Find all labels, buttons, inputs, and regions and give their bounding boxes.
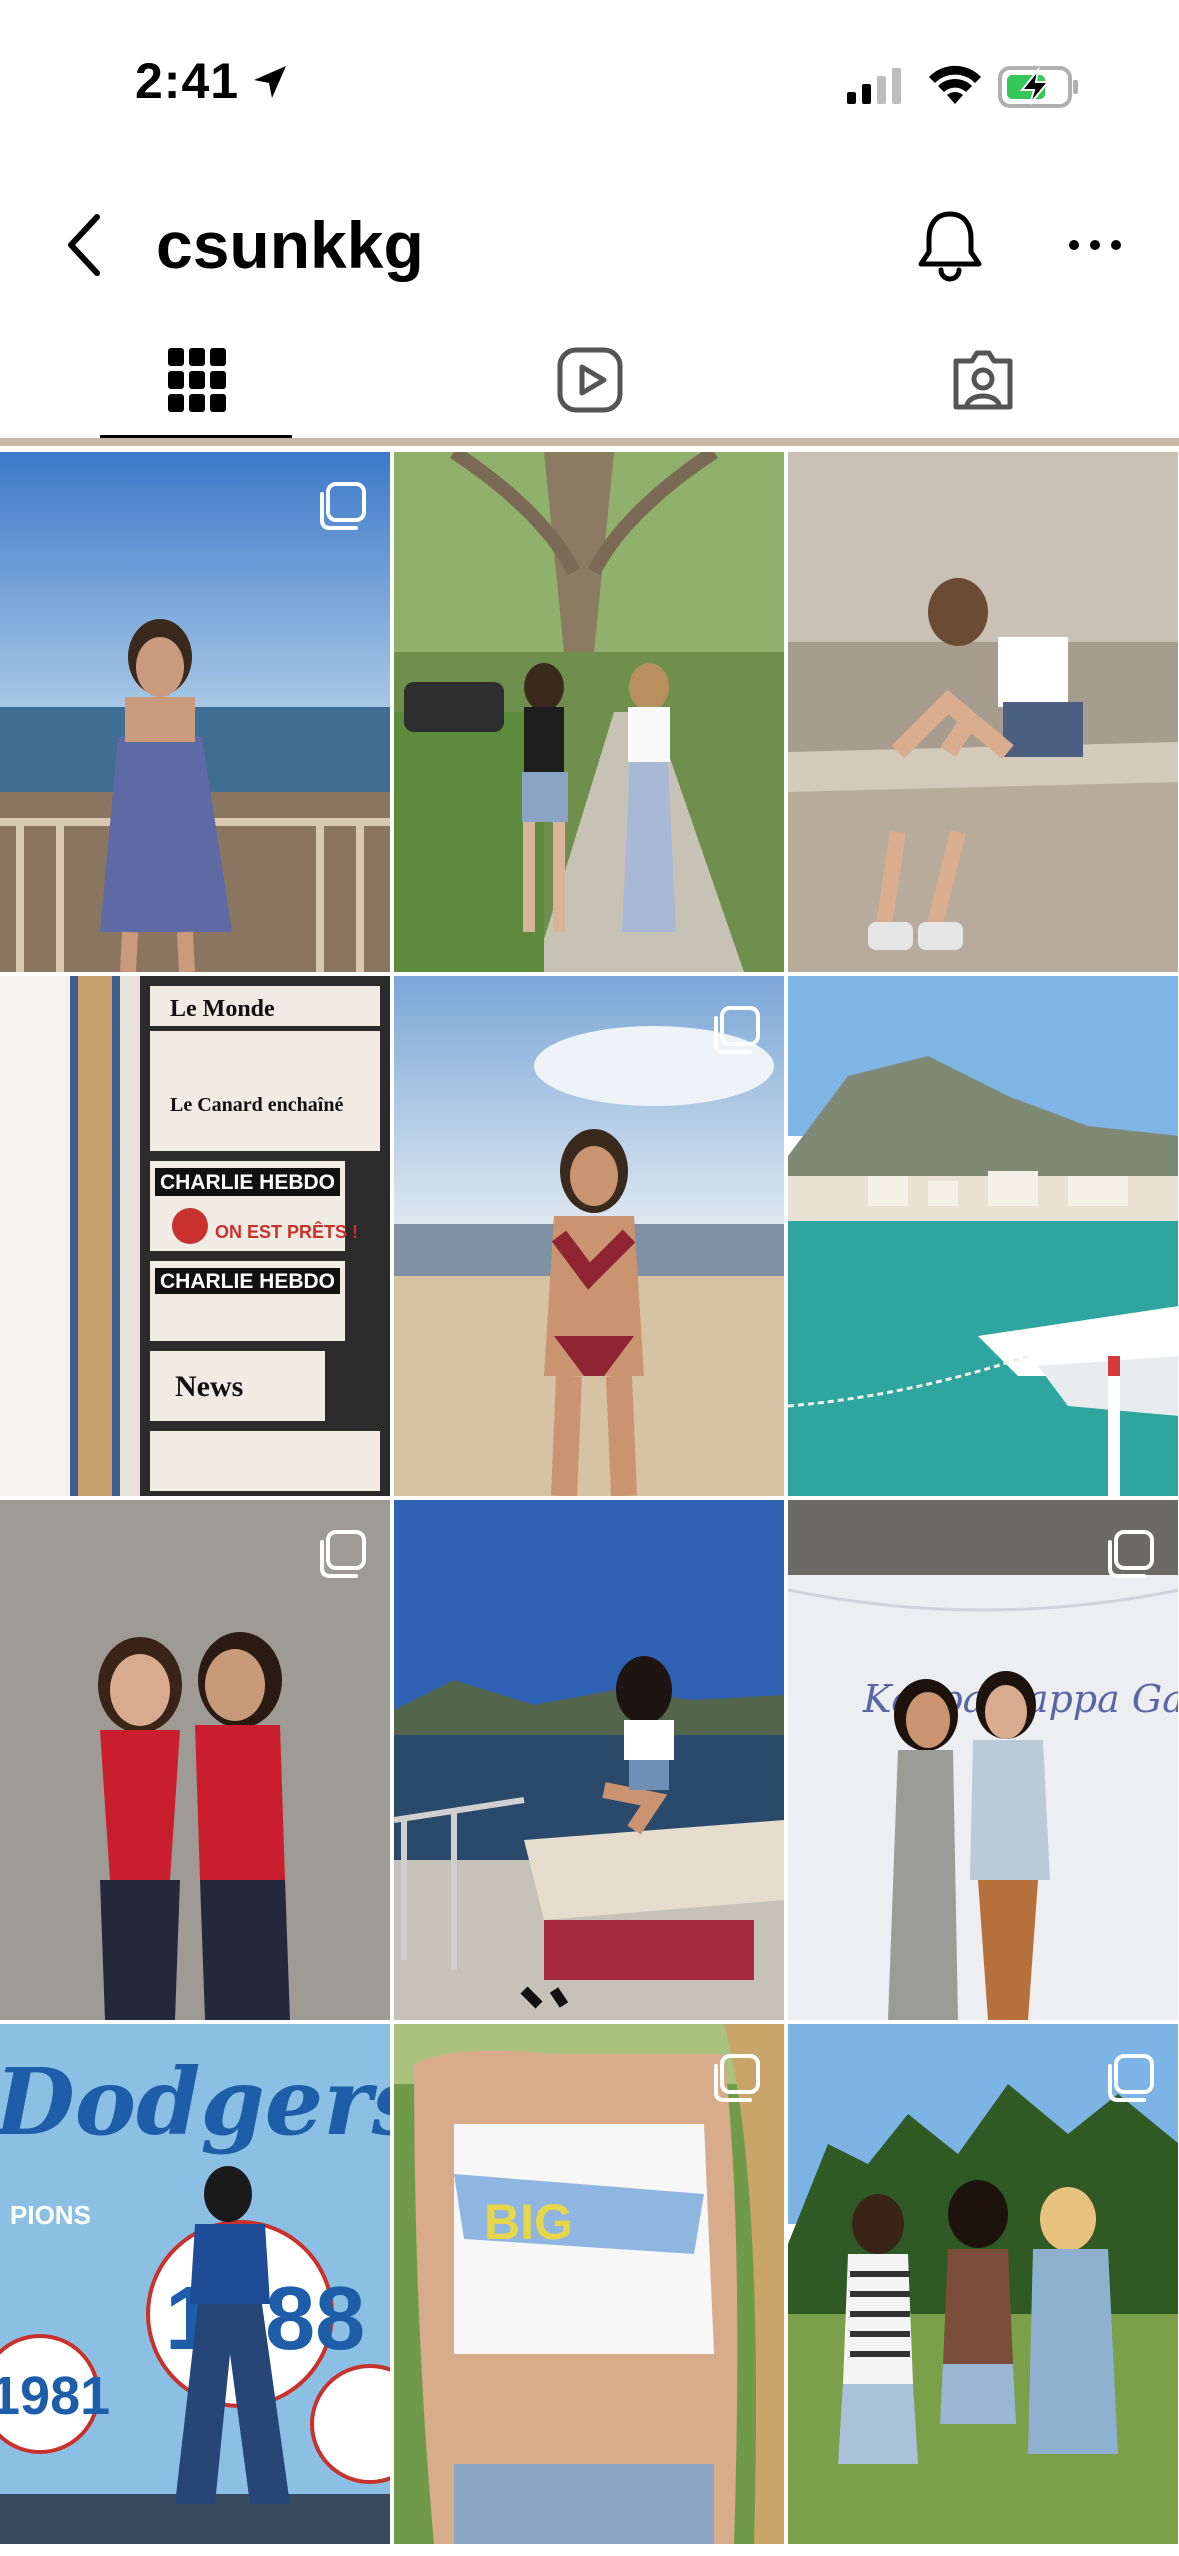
post-image: Dodgers PIONS 1988 1981 (0, 2024, 390, 2544)
cellular-signal-icon (847, 68, 901, 104)
mural-text: PIONS (10, 2200, 91, 2230)
status-time: 2:41 (135, 53, 240, 109)
newspaper-text: Le Monde (170, 996, 275, 1022)
profile-header: csunkkg (0, 190, 1179, 300)
profile-tabs (0, 320, 1179, 440)
carousel-icon (320, 482, 366, 530)
posts-grid: Le Monde Le Canard enchaîné CHARLIE HEBD… (0, 442, 1179, 2556)
grid-post-11[interactable]: BIG (394, 2024, 784, 2544)
newspaper-text: Le Canard enchaîné (170, 1094, 343, 1116)
wifi-icon (929, 65, 981, 104)
post-image (788, 976, 1178, 1496)
grid-post-3[interactable] (788, 452, 1178, 972)
post-image: Le Monde Le Canard enchaîné CHARLIE HEBD… (0, 976, 390, 1496)
carousel-icon (714, 2054, 760, 2102)
carousel-icon (714, 1006, 760, 1054)
grid-post-7[interactable] (0, 1500, 390, 2020)
grid-post-8[interactable] (394, 1500, 784, 2020)
post-image (394, 452, 784, 972)
grid-post-5[interactable] (394, 976, 784, 1496)
post-image (394, 1500, 784, 2020)
chevron-left-icon (68, 214, 100, 276)
carousel-icon (1108, 1530, 1154, 1578)
grid-post-10[interactable]: Dodgers PIONS 1988 1981 (0, 2024, 390, 2544)
grid-post-9[interactable]: Kappa Kappa Gamma (788, 1500, 1178, 2020)
grid-post-12[interactable] (788, 2024, 1178, 2544)
carousel-icon (1108, 2054, 1154, 2102)
reels-icon (557, 347, 622, 413)
shirt-text: BIG (484, 2194, 573, 2250)
carousel-icon (320, 1530, 366, 1578)
grid-post-4[interactable]: Le Monde Le Canard enchaîné CHARLIE HEBD… (0, 976, 390, 1496)
grid-post-2[interactable] (394, 452, 784, 972)
grid-post-1[interactable] (0, 452, 390, 972)
grid-post-6[interactable] (788, 976, 1178, 1496)
profile-username: csunkkg (156, 208, 424, 282)
newspaper-text: News (175, 1370, 243, 1403)
location-arrow-icon (254, 66, 286, 98)
mural-title: Dodgers (0, 2048, 390, 2156)
tab-tagged[interactable] (786, 320, 1179, 440)
tab-posts-grid[interactable] (0, 320, 393, 440)
notifications-bell-icon[interactable] (915, 208, 985, 284)
post-image (788, 452, 1178, 972)
grid-icon (167, 348, 226, 412)
battery-charging-icon (998, 66, 1078, 108)
mural-text: 1981 (0, 2366, 110, 2426)
back-button[interactable] (55, 210, 115, 280)
tab-reels[interactable] (393, 320, 786, 440)
newspaper-text: CHARLIE HEBDO (160, 1171, 335, 1194)
more-options-icon[interactable] (1060, 220, 1130, 270)
status-bar: 2:41 (0, 0, 1179, 170)
newspaper-text: CHARLIE HEBDO (160, 1270, 335, 1293)
newspaper-text: ON EST PRÊTS ! (215, 1221, 358, 1242)
tagged-icon (953, 350, 1012, 410)
